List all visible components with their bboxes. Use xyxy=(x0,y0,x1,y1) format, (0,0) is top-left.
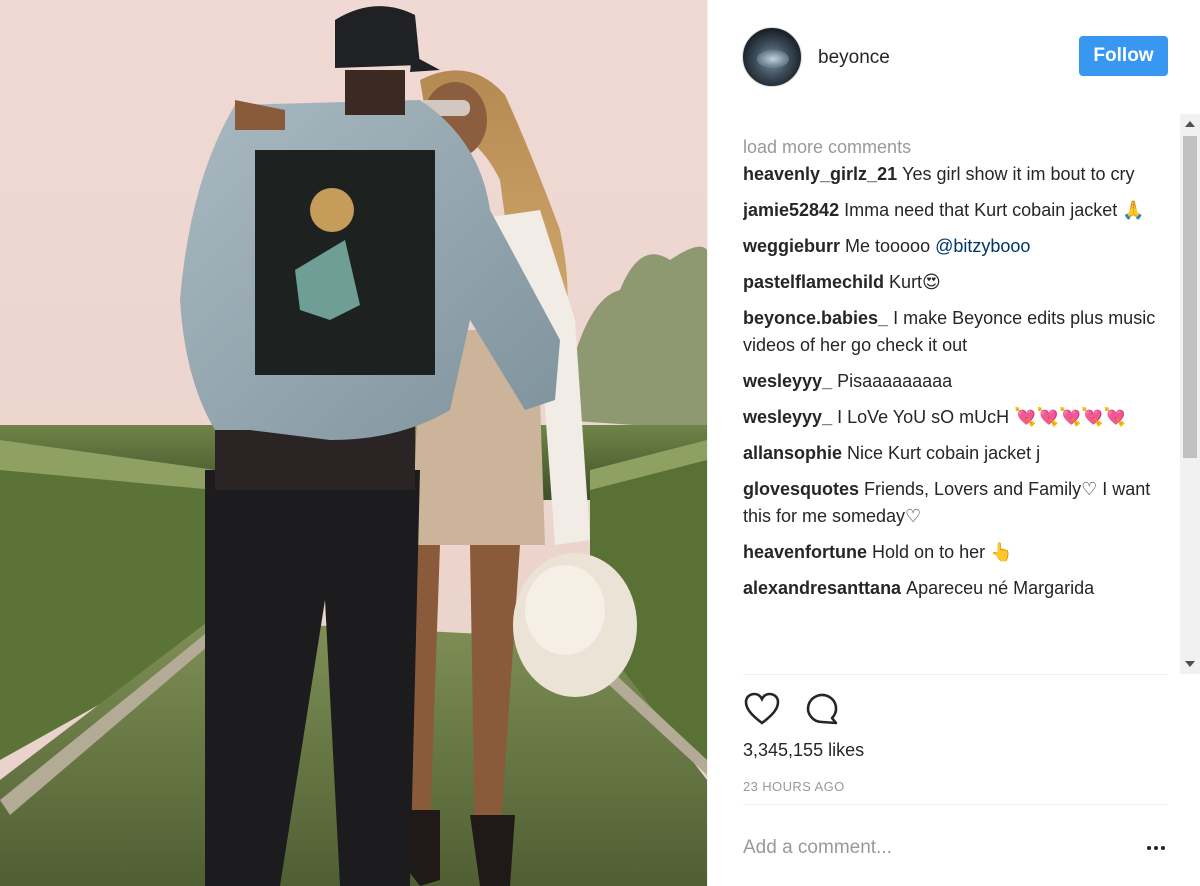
scroll-up-arrow-icon[interactable] xyxy=(1180,114,1200,134)
post-actions xyxy=(743,690,841,730)
comment-item: weggieburr Me tooooo @bitzybooo xyxy=(743,233,1175,260)
post-sidebar: beyonce Follow load more comments heaven… xyxy=(707,0,1200,886)
divider xyxy=(743,804,1168,805)
scrollbar-thumb[interactable] xyxy=(1183,136,1197,458)
comment-username[interactable]: jamie52842 xyxy=(743,200,839,220)
post-timestamp: 23 HOURS AGO xyxy=(743,779,845,794)
load-more-comments-link[interactable]: load more comments xyxy=(743,134,1175,161)
comment-username[interactable]: beyonce.babies_ xyxy=(743,308,888,328)
comment-item: wesleyyy_ I LoVe YoU sO mUcH 💘💘💘💘💘 xyxy=(743,404,1175,431)
avatar-image xyxy=(757,50,789,68)
comment-text: Nice Kurt cobain jacket j xyxy=(847,443,1041,463)
comment-username[interactable]: allansophie xyxy=(743,443,842,463)
comment-text: Me tooooo xyxy=(845,236,931,256)
comment-username[interactable]: glovesquotes xyxy=(743,479,859,499)
comment-username[interactable]: pastelflamechild xyxy=(743,272,884,292)
comment-item: jamie52842 Imma need that Kurt cobain jac… xyxy=(743,197,1175,224)
instagram-post: beyonce Follow load more comments heaven… xyxy=(0,0,1200,886)
post-header: beyonce Follow xyxy=(708,0,1200,114)
comment-text: Yes girl show it im bout to cry xyxy=(902,164,1135,184)
comment-item: beyonce.babies_ I make Beyonce edits plus… xyxy=(743,305,1175,359)
comment-item: pastelflamechild Kurt😍 xyxy=(743,269,1175,296)
comment-text: Apareceu né Margarida xyxy=(906,578,1095,598)
comment-item: allansophie Nice Kurt cobain jacket j xyxy=(743,440,1175,467)
couple-garden-photo xyxy=(0,0,707,886)
heart-icon[interactable] xyxy=(743,690,781,728)
divider xyxy=(743,674,1168,675)
username-link[interactable]: beyonce xyxy=(818,47,890,69)
scroll-down-arrow-icon[interactable] xyxy=(1180,654,1200,674)
comments-scrollbar[interactable] xyxy=(1180,114,1200,674)
post-photo[interactable] xyxy=(0,0,707,886)
more-options-icon[interactable] xyxy=(1144,836,1168,860)
comment-text: Kurt😍 xyxy=(889,272,941,292)
comment-username[interactable]: alexandresanttana xyxy=(743,578,901,598)
comment-item: glovesquotes Friends, Lovers and Family♡ … xyxy=(743,476,1175,530)
avatar[interactable] xyxy=(742,27,802,87)
comment-username[interactable]: wesleyyy_ xyxy=(743,371,832,391)
comment-username[interactable]: weggieburr xyxy=(743,236,840,256)
comment-item: heavenly_girlz_21 Yes girl show it im bou… xyxy=(743,161,1175,188)
mention-link[interactable]: @bitzybooo xyxy=(935,236,1030,256)
comment-text: Hold on to her 👆 xyxy=(872,542,1013,562)
comment-item: wesleyyy_ Pisaaaaaaaaa xyxy=(743,368,1175,395)
add-comment-input[interactable] xyxy=(743,834,1133,862)
comment-bubble-icon[interactable] xyxy=(803,690,841,728)
comment-username[interactable]: wesleyyy_ xyxy=(743,407,832,427)
comment-username[interactable]: heavenly_girlz_21 xyxy=(743,164,897,184)
comment-username[interactable]: heavenfortune xyxy=(743,542,867,562)
follow-button[interactable]: Follow xyxy=(1079,36,1168,76)
comment-item: alexandresanttana Apareceu né Margarida xyxy=(743,575,1175,602)
like-count[interactable]: 3,345,155 likes xyxy=(743,740,864,761)
comment-item: heavenfortune Hold on to her 👆 xyxy=(743,539,1175,566)
comment-text: I LoVe YoU sO mUcH 💘💘💘💘💘 xyxy=(837,407,1127,427)
comments-list: load more comments heavenly_girlz_21 Yes … xyxy=(743,134,1175,672)
comment-text: Pisaaaaaaaaa xyxy=(837,371,953,391)
comment-text: Imma need that Kurt cobain jacket 🙏 xyxy=(844,200,1145,220)
